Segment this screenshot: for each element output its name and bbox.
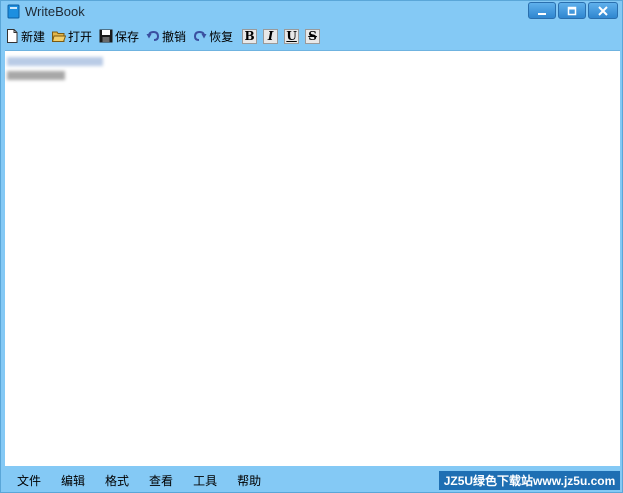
undo-arrow-icon bbox=[146, 30, 160, 41]
blurred-text-line bbox=[7, 57, 103, 66]
strikethrough-button[interactable]: S bbox=[305, 28, 321, 44]
menu-tools[interactable]: 工具 bbox=[193, 472, 217, 489]
watermark-banner: JZ5U绿色下载站www.jz5u.com bbox=[439, 471, 620, 490]
close-button[interactable] bbox=[588, 2, 618, 19]
maximize-icon bbox=[567, 6, 577, 15]
redo-arrow-icon bbox=[194, 30, 207, 41]
title-bar[interactable]: WriteBook bbox=[1, 1, 622, 23]
new-button[interactable]: 新建 bbox=[1, 26, 48, 46]
redo-label: 恢复 bbox=[209, 29, 234, 44]
text-editor[interactable] bbox=[5, 50, 620, 466]
window-title: WriteBook bbox=[25, 4, 85, 19]
save-button[interactable]: 保存 bbox=[95, 26, 142, 46]
close-icon bbox=[598, 5, 608, 16]
blurred-text-line bbox=[7, 71, 65, 80]
redo-button[interactable]: 恢复 bbox=[189, 26, 236, 46]
window-controls bbox=[528, 2, 618, 19]
save-disk-icon bbox=[99, 29, 113, 43]
new-label: 新建 bbox=[21, 29, 46, 44]
bold-button[interactable]: B bbox=[242, 28, 258, 44]
maximize-button[interactable] bbox=[558, 2, 586, 19]
book-icon bbox=[7, 4, 20, 19]
open-label: 打开 bbox=[68, 29, 93, 44]
open-button[interactable]: 打开 bbox=[48, 26, 95, 46]
italic-button[interactable]: I bbox=[263, 28, 279, 44]
undo-label: 撤销 bbox=[162, 29, 187, 44]
new-file-icon bbox=[7, 29, 18, 43]
menu-edit[interactable]: 编辑 bbox=[61, 472, 85, 489]
minimize-button[interactable] bbox=[528, 2, 556, 19]
menu-file[interactable]: 文件 bbox=[17, 472, 41, 489]
undo-button[interactable]: 撤销 bbox=[142, 26, 189, 46]
menu-format[interactable]: 格式 bbox=[105, 472, 129, 489]
open-folder-icon bbox=[52, 31, 67, 42]
app-window: WriteBook 新建 打开 保存 撤销 恢复 B I U S 文件 编辑 格… bbox=[0, 0, 623, 493]
toolbar: 新建 打开 保存 撤销 恢复 B I U S bbox=[1, 25, 622, 47]
menu-help[interactable]: 帮助 bbox=[237, 472, 261, 489]
minimize-icon bbox=[538, 12, 546, 15]
menu-view[interactable]: 查看 bbox=[149, 472, 173, 489]
save-label: 保存 bbox=[115, 29, 140, 44]
underline-button[interactable]: U bbox=[284, 28, 300, 44]
